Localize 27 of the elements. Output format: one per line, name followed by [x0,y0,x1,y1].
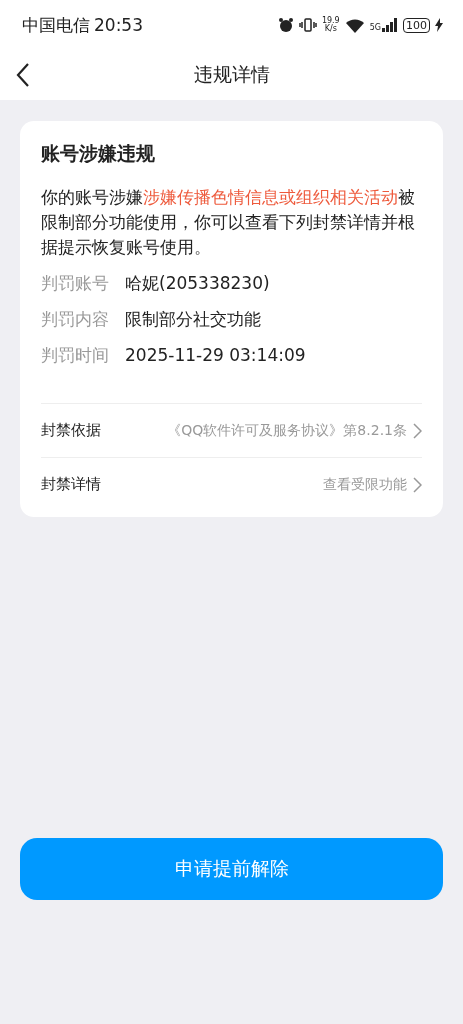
row-label: 封禁依据 [41,421,101,440]
page-title: 违规详情 [193,62,270,87]
alarm-icon [277,17,294,33]
field-value: 哈妮(205338230) [125,272,270,295]
field-label: 判罚内容 [41,308,109,331]
battery-level: 100 [403,17,430,33]
row-link[interactable]: 查看受限功能 [323,475,407,494]
field-value: 限制部分社交功能 [125,308,261,331]
signal-icon [382,18,398,32]
chevron-icon[interactable] [413,422,422,439]
card-title: 账号涉嫌违规 [41,141,156,166]
violation-description: 你的账号涉嫌涉嫌传播色情信息或组织相关活动被限制部分功能使用，你可以查看下列封禁详情并根据提示恢复账号使用。 [41,186,416,259]
row-link[interactable]: 《QQ软件许可及服务协议》第8.2.1条 [167,421,407,440]
field-label: 判罚账号 [41,272,109,295]
charging-icon [435,18,443,32]
carrier-name: 中国电信 [22,13,90,37]
request-unban-button[interactable]: 申请提前解除 [20,838,443,900]
chevron-icon[interactable] [413,476,422,493]
row-label: 封禁详情 [41,475,101,494]
vibrate-icon [298,17,317,33]
back-icon[interactable] [16,62,30,88]
field-label: 判罚时间 [41,344,109,367]
field-value: 2025-11-29 03:14:09 [125,344,306,367]
clock-time: 20:53 [94,15,143,35]
wifi-icon [344,17,365,33]
network-type: 5G [369,23,381,32]
net-speed: 19.9 K/s [321,17,340,33]
